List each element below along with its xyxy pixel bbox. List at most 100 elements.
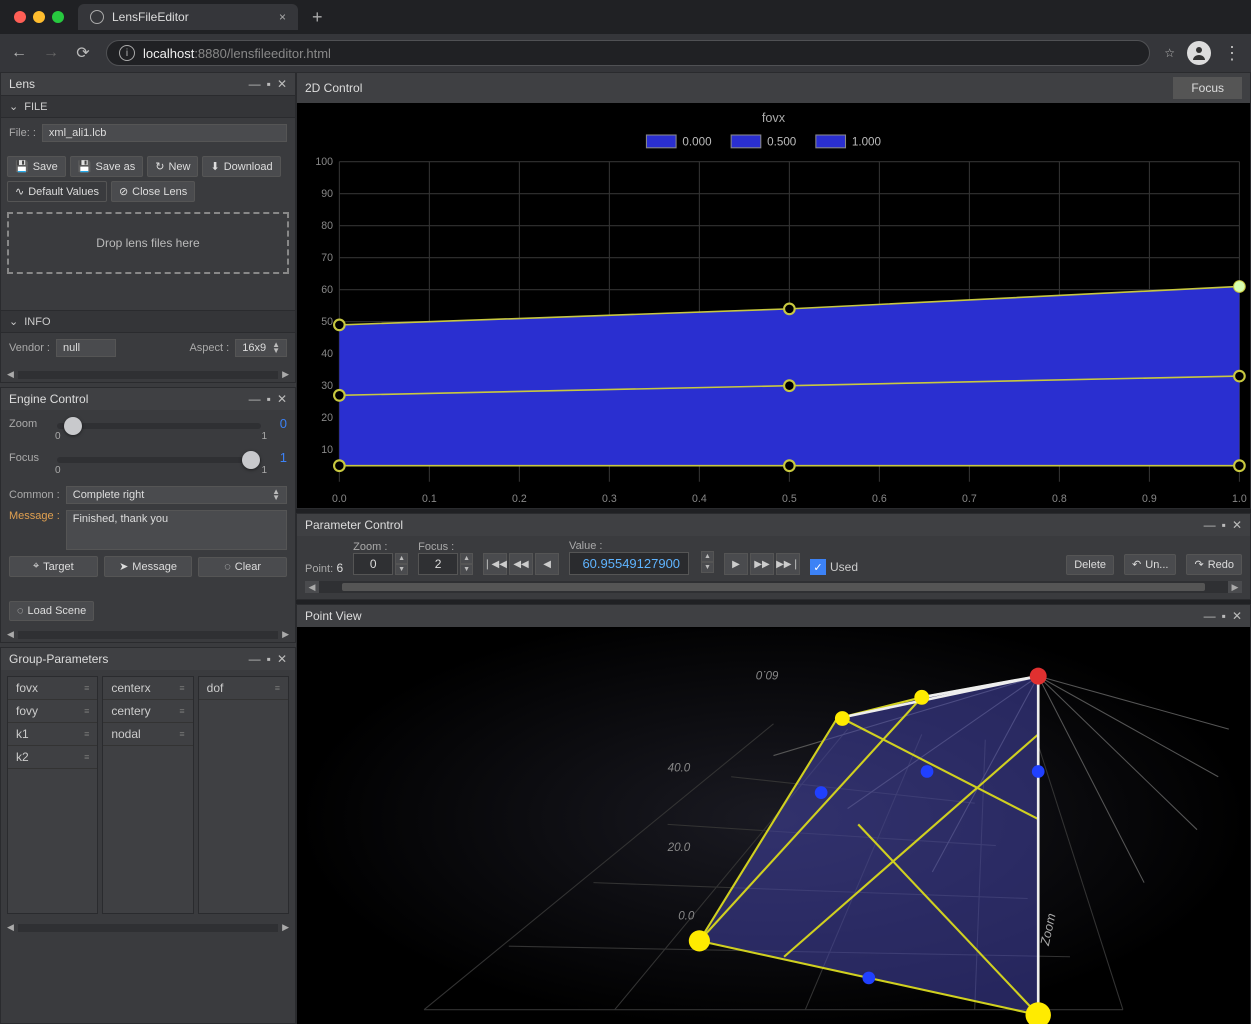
message-button[interactable]: ➤Message <box>104 556 193 577</box>
panel-close-icon[interactable]: ✕ <box>1232 518 1242 532</box>
svg-text:40: 40 <box>321 348 333 360</box>
info-section-header[interactable]: ⌄ INFO <box>1 310 295 333</box>
step-down-icon[interactable]: ▼ <box>395 564 408 575</box>
aspect-select[interactable]: 16x9 ▲▼ <box>235 339 287 357</box>
param-focus-input[interactable] <box>418 553 458 575</box>
group-item-dof[interactable]: dof≡ <box>199 677 288 700</box>
new-tab-button[interactable]: + <box>306 7 329 28</box>
group-item-nodal[interactable]: nodal≡ <box>103 723 192 746</box>
focus-slider[interactable] <box>57 457 261 463</box>
step-down-icon[interactable]: ▼ <box>460 564 473 575</box>
panel-settings-icon[interactable]: ▪ <box>267 652 271 666</box>
step-up-icon[interactable]: ▲ <box>460 553 473 564</box>
globe-icon <box>90 10 104 24</box>
group-item-fovx[interactable]: fovx≡ <box>8 677 97 700</box>
panel-minimize-icon[interactable]: — <box>1204 609 1216 623</box>
grip-icon: ≡ <box>84 752 89 762</box>
skip-fwd-icon[interactable]: ▶▶❘ <box>776 553 800 575</box>
panel-close-icon[interactable]: ✕ <box>1232 609 1242 623</box>
group-item-k2[interactable]: k2≡ <box>8 746 97 769</box>
bookmark-icon[interactable]: ☆ <box>1164 46 1175 60</box>
browser-chrome: LensFileEditor × + ← → ⟳ i localhost:888… <box>0 0 1251 72</box>
download-button[interactable]: ⬇Download <box>202 156 280 177</box>
zoom-slider-thumb[interactable] <box>64 417 82 435</box>
value-step-up-icon[interactable]: ▲ <box>701 551 714 562</box>
panel-settings-icon[interactable]: ▪ <box>267 392 271 406</box>
panel-minimize-icon[interactable]: — <box>249 392 261 406</box>
step-up-icon[interactable]: ▲ <box>395 553 408 564</box>
browser-tab[interactable]: LensFileEditor × <box>78 4 298 30</box>
message-textarea[interactable] <box>66 510 287 550</box>
group-scrollbar[interactable]: ◀▶ <box>1 920 295 935</box>
group-item-centerx[interactable]: centerx≡ <box>103 677 192 700</box>
param-value-display[interactable]: 60.95549127900 <box>569 552 689 575</box>
panel-minimize-icon[interactable]: — <box>249 77 261 91</box>
save-button[interactable]: 💾Save <box>7 156 66 177</box>
panel-minimize-icon[interactable]: — <box>249 652 261 666</box>
file-input[interactable] <box>42 124 287 142</box>
file-section-header[interactable]: ⌄ FILE <box>1 95 295 118</box>
saveas-button[interactable]: 💾Save as <box>70 156 143 177</box>
focus-tab-button[interactable]: Focus <box>1173 77 1242 99</box>
close-lens-button[interactable]: ⊘Close Lens <box>111 181 195 202</box>
group-item-k1[interactable]: k1≡ <box>8 723 97 746</box>
panel-settings-icon[interactable]: ▪ <box>267 77 271 91</box>
new-button[interactable]: ↻New <box>147 156 198 177</box>
playback-controls-2: ▶ ▶▶ ▶▶❘ <box>724 553 800 575</box>
default-values-button[interactable]: ∿Default Values <box>7 181 107 202</box>
svg-text:0.9: 0.9 <box>1142 493 1157 505</box>
tab-close-icon[interactable]: × <box>279 10 286 24</box>
param-zoom-stepper[interactable]: ▲▼ <box>353 553 408 575</box>
point-label: Point: <box>305 563 333 575</box>
forward-button[interactable]: → <box>42 44 60 62</box>
delete-button[interactable]: Delete <box>1066 555 1114 575</box>
undo-icon: ↶ <box>1132 558 1141 571</box>
fastfwd-icon[interactable]: ▶▶ <box>750 553 774 575</box>
panel-close-icon[interactable]: ✕ <box>277 652 287 666</box>
step-fwd-icon[interactable]: ▶ <box>724 553 748 575</box>
param-scrollbar[interactable]: ◀▶ <box>305 581 1242 593</box>
point-view-3d-canvas[interactable]: 40.0 20.0 0.0 60.0 <box>297 627 1250 1024</box>
param-zoom-input[interactable] <box>353 553 393 575</box>
window-maximize-icon[interactable] <box>52 11 64 23</box>
browser-menu-icon[interactable]: ⋮ <box>1223 43 1241 64</box>
rewind-icon[interactable]: ◀◀ <box>509 553 533 575</box>
group-item-centery[interactable]: centery≡ <box>103 700 192 723</box>
tab-title: LensFileEditor <box>112 10 189 24</box>
value-step-down-icon[interactable]: ▼ <box>701 562 714 573</box>
param-panel-title: Parameter Control <box>305 518 1204 532</box>
common-select[interactable]: Complete right ▲▼ <box>66 486 287 504</box>
zoom-slider[interactable] <box>57 423 261 429</box>
param-focus-stepper[interactable]: ▲▼ <box>418 553 473 575</box>
window-minimize-icon[interactable] <box>33 11 45 23</box>
skip-back-icon[interactable]: ❘◀◀ <box>483 553 507 575</box>
panel-close-icon[interactable]: ✕ <box>277 77 287 91</box>
back-button[interactable]: ← <box>10 44 28 62</box>
reload-button[interactable]: ⟳ <box>74 43 92 63</box>
panel-minimize-icon[interactable]: — <box>1204 518 1216 532</box>
site-info-icon[interactable]: i <box>119 45 135 61</box>
chart-2d[interactable]: fovx0.0000.5001.0000.00.10.20.30.40.50.6… <box>297 103 1250 508</box>
lens-panel: Lens — ▪ ✕ ⌄ FILE File: : 💾Save 💾Save <box>0 72 296 383</box>
engine-scrollbar[interactable]: ◀▶ <box>1 627 295 642</box>
svg-text:40.0: 40.0 <box>668 762 691 775</box>
panel-settings-icon[interactable]: ▪ <box>1222 518 1226 532</box>
redo-button[interactable]: ↷Redo <box>1186 554 1242 575</box>
panel-settings-icon[interactable]: ▪ <box>1222 609 1226 623</box>
focus-slider-thumb[interactable] <box>242 451 260 469</box>
load-scene-button[interactable]: ◌Load Scene <box>9 601 94 621</box>
vendor-input[interactable] <box>56 339 116 357</box>
url-input[interactable]: i localhost:8880/lensfileeditor.html <box>106 40 1150 66</box>
group-item-fovy[interactable]: fovy≡ <box>8 700 97 723</box>
step-back-icon[interactable]: ◀ <box>535 553 559 575</box>
file-dropzone[interactable]: Drop lens files here <box>7 212 289 274</box>
panel-close-icon[interactable]: ✕ <box>277 392 287 406</box>
profile-avatar[interactable] <box>1187 41 1211 65</box>
used-checkbox[interactable]: ✓ <box>810 559 826 575</box>
undo-button[interactable]: ↶Un... <box>1124 554 1176 575</box>
lens-scrollbar[interactable]: ◀▶ <box>1 367 295 382</box>
grip-icon: ≡ <box>179 706 184 716</box>
target-button[interactable]: ⌖Target <box>9 556 98 577</box>
window-close-icon[interactable] <box>14 11 26 23</box>
clear-button[interactable]: ◌Clear <box>198 557 287 577</box>
